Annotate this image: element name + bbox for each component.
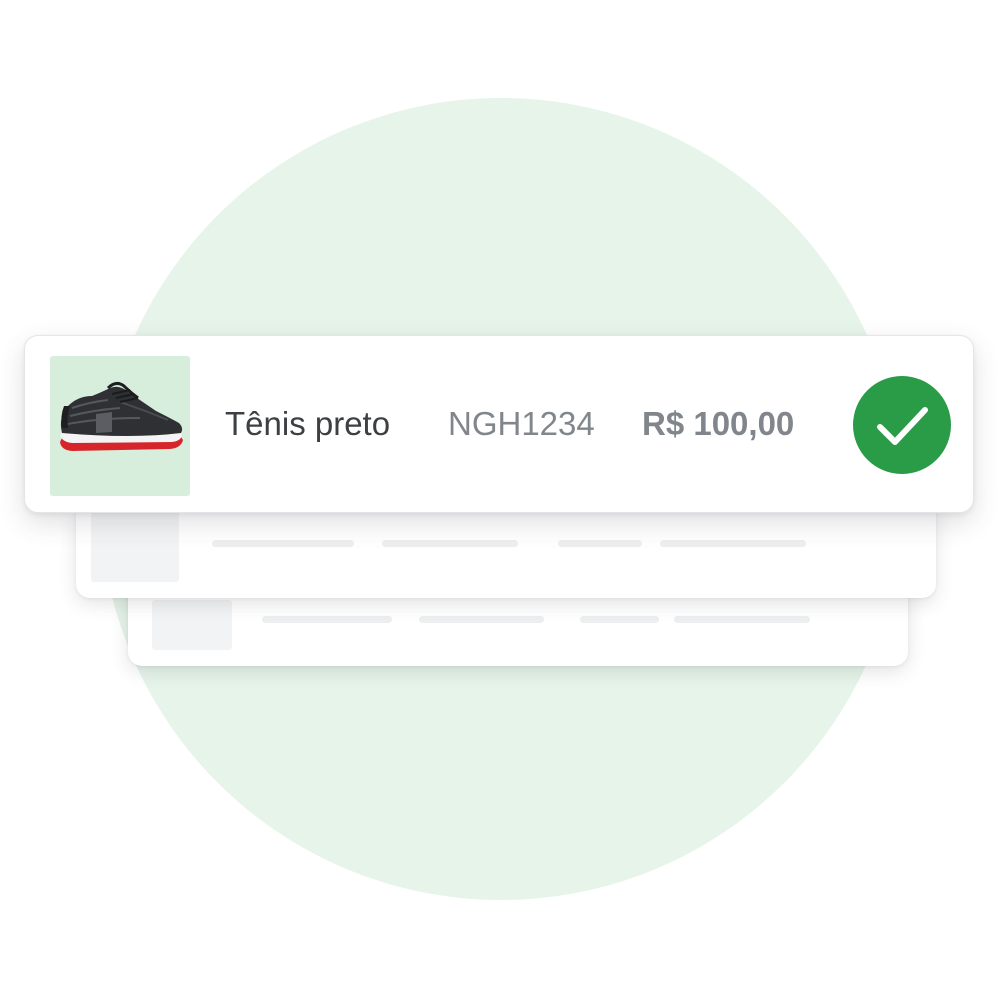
illustration-stage: Tênis preto NGH1234 R$ 100,00 [0,0,1000,1000]
placeholder-line [382,540,518,547]
product-thumbnail [50,356,190,496]
approved-badge [853,376,951,474]
placeholder-line [660,540,806,547]
placeholder-line [419,616,544,623]
placeholder-line [212,540,354,547]
product-card[interactable]: Tênis preto NGH1234 R$ 100,00 [24,335,974,513]
placeholder-line [580,616,659,623]
placeholder-thumbnail [152,600,232,650]
placeholder-thumbnail [91,508,179,582]
placeholder-line [262,616,392,623]
sneaker-image [60,381,183,451]
placeholder-line [558,540,642,547]
product-price: R$ 100,00 [642,405,795,442]
product-name: Tênis preto [225,405,391,442]
placeholder-product-card-1 [76,500,936,598]
placeholder-line [674,616,810,623]
checkmark-icon [877,407,928,445]
product-sku: NGH1234 [448,405,595,442]
